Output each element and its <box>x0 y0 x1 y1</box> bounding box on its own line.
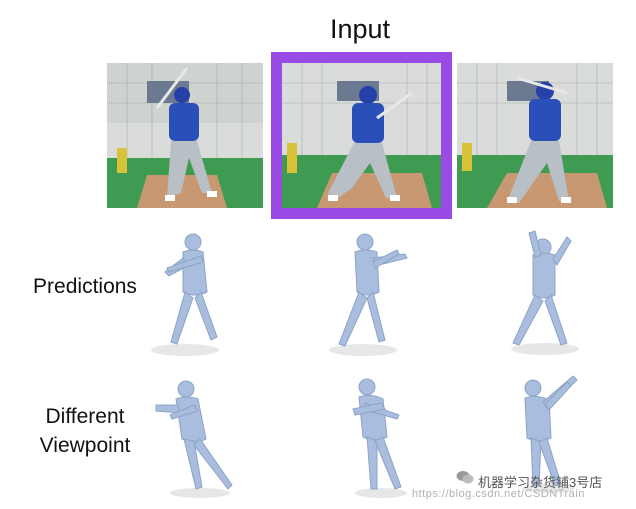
batting-cage-photo-right <box>457 63 613 208</box>
predictions-label: Predictions <box>33 275 137 298</box>
viewpoint-label-line1: Different <box>45 405 125 428</box>
viewpoint-mesh-1 <box>150 375 250 500</box>
input-frame-highlighted <box>271 52 452 219</box>
viewpoint-label-line2: Viewpoint <box>39 434 131 457</box>
video-frame-right <box>457 63 613 208</box>
prediction-mesh-3 <box>505 225 595 355</box>
batting-cage-photo-left <box>107 63 263 208</box>
wechat-icon <box>456 471 474 484</box>
batting-cage-photo-center <box>282 63 441 208</box>
viewpoint-mesh-2 <box>345 375 425 500</box>
input-title: Input <box>329 14 391 44</box>
prediction-mesh-2 <box>329 232 423 357</box>
video-frame-left <box>107 63 263 208</box>
prediction-mesh-1 <box>151 232 235 357</box>
watermark-url: https://blog.csdn.net/CSDNTrain <box>412 488 585 500</box>
